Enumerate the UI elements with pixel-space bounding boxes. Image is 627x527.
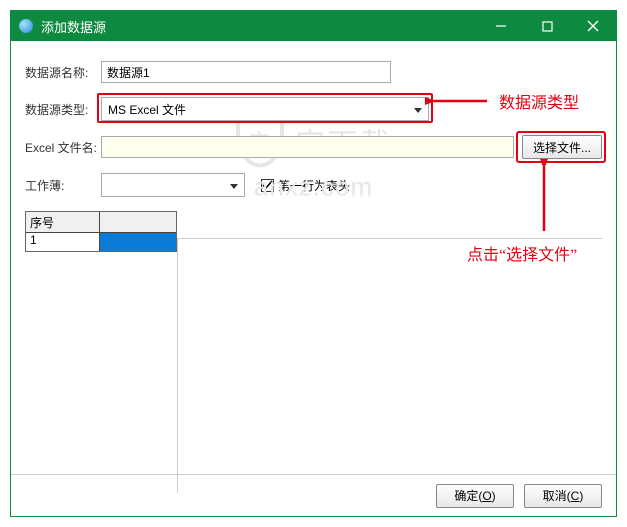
sheet-select[interactable]: [101, 173, 245, 197]
grid-cell-seq: 1: [26, 233, 100, 251]
maximize-button[interactable]: [524, 11, 570, 41]
type-select[interactable]: MS Excel 文件: [101, 97, 429, 121]
titlebar: 添加数据源: [11, 11, 616, 41]
chevron-down-icon: [230, 178, 238, 192]
row-sheet: 工作薄: 第一行为表头: [25, 173, 602, 197]
dialog-window: 添加数据源 安 安下载 anxz.com 数据源名称: 数据源类型:: [10, 10, 617, 517]
row-file: Excel 文件名: 选择文件...: [25, 135, 602, 159]
header-checkbox-wrap[interactable]: 第一行为表头: [261, 177, 350, 194]
sheet-label: 工作薄:: [25, 177, 101, 194]
close-button[interactable]: [570, 11, 616, 41]
grid-col-2: [100, 212, 176, 232]
grid-cell-selected[interactable]: [100, 233, 176, 251]
grid-col-seq: 序号: [26, 212, 100, 232]
name-label: 数据源名称:: [25, 64, 101, 81]
table-row[interactable]: 1: [26, 233, 176, 251]
preview-area: [177, 238, 602, 493]
type-label: 数据源类型:: [25, 101, 101, 118]
type-select-value: MS Excel 文件: [108, 101, 186, 118]
ok-button[interactable]: 确定(O): [436, 484, 514, 508]
data-grid[interactable]: 序号 1: [25, 211, 177, 252]
file-label: Excel 文件名:: [25, 139, 101, 156]
row-name: 数据源名称:: [25, 61, 602, 83]
choose-file-button[interactable]: 选择文件...: [522, 135, 602, 159]
file-input[interactable]: [101, 136, 514, 158]
app-icon: [19, 19, 33, 33]
name-input[interactable]: [101, 61, 391, 83]
window-title: 添加数据源: [41, 17, 478, 36]
cancel-button[interactable]: 取消(C): [524, 484, 602, 508]
chevron-down-icon: [414, 102, 422, 116]
row-type: 数据源类型: MS Excel 文件: [25, 97, 602, 121]
bottom-bar: 确定(O) 取消(C): [11, 474, 616, 516]
minimize-button[interactable]: [478, 11, 524, 41]
header-checkbox-label: 第一行为表头: [278, 177, 350, 194]
grid-header: 序号: [26, 212, 176, 233]
header-checkbox[interactable]: [261, 179, 274, 192]
